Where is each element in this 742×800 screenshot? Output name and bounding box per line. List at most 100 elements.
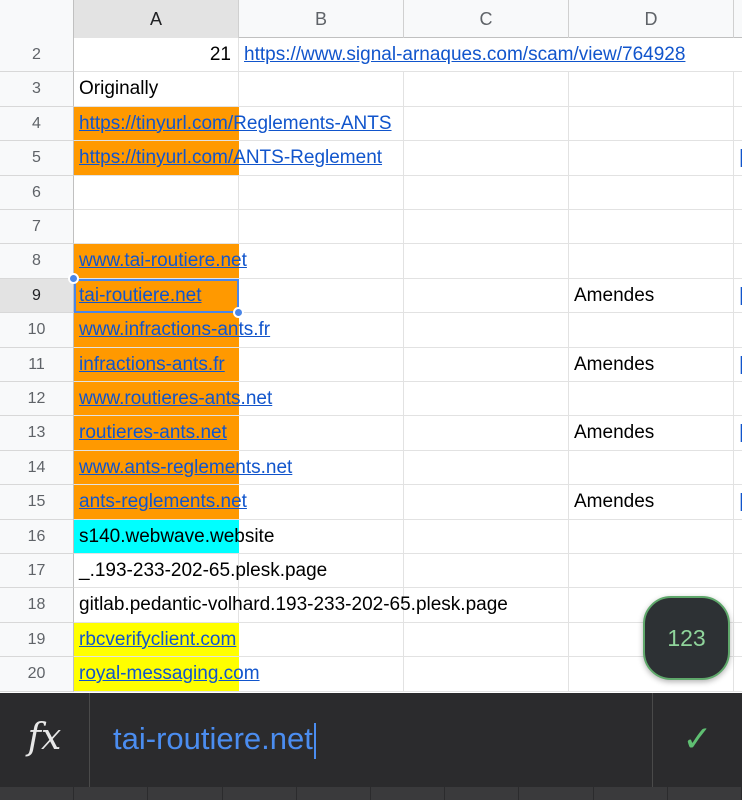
- row-header[interactable]: 14: [0, 450, 74, 486]
- spreadsheet-grid[interactable]: A B C D 2 21 https://www.signal-arnaques.c…: [0, 0, 742, 693]
- cell-a-value[interactable]: www.routieres-ants.net: [79, 382, 272, 416]
- cell-c[interactable]: [404, 622, 569, 658]
- cell-e[interactable]: [734, 623, 742, 658]
- cell-d-value[interactable]: Amendes: [574, 485, 654, 519]
- row-header[interactable]: 15: [0, 485, 74, 520]
- row-header[interactable]: 13: [0, 416, 74, 451]
- cell-c[interactable]: [404, 416, 569, 451]
- cell-b[interactable]: [239, 244, 404, 279]
- cell-b[interactable]: [239, 622, 404, 658]
- cell-e[interactable]: [734, 176, 742, 210]
- cell-e[interactable]: [734, 554, 742, 589]
- column-header-a[interactable]: A: [74, 0, 239, 38]
- cell-e[interactable]: [734, 72, 742, 107]
- cell-d[interactable]: [569, 141, 734, 176]
- function-icon[interactable]: fx: [0, 693, 90, 787]
- row-header[interactable]: 11: [0, 347, 74, 382]
- row-header[interactable]: 18: [0, 588, 74, 623]
- cell-a-value[interactable]: www.infractions-ants.fr: [79, 313, 270, 347]
- row-header[interactable]: 7: [0, 210, 74, 245]
- row-header[interactable]: 5: [0, 141, 74, 176]
- row-header[interactable]: 6: [0, 175, 74, 210]
- cell-e[interactable]: [734, 38, 742, 73]
- cell-c[interactable]: [404, 347, 569, 382]
- cell-c[interactable]: [404, 141, 569, 176]
- cell-b[interactable]: [239, 175, 404, 210]
- row-header[interactable]: 19: [0, 622, 74, 658]
- row-header[interactable]: 4: [0, 106, 74, 142]
- cell-a-value[interactable]: royal-messaging.com: [79, 657, 260, 691]
- cell-a-value[interactable]: 21: [74, 38, 231, 72]
- cell-a-value[interactable]: Originally: [79, 72, 158, 106]
- cell-d-value[interactable]: Amendes: [574, 348, 654, 382]
- cell-a[interactable]: [74, 175, 239, 210]
- cell-d[interactable]: [569, 382, 734, 417]
- cell-c[interactable]: [404, 519, 569, 554]
- cell-e[interactable]: [734, 520, 742, 554]
- cell-d[interactable]: [569, 72, 734, 107]
- check-icon[interactable]: ✓: [652, 693, 742, 787]
- cell-b[interactable]: [239, 210, 404, 245]
- cell-e[interactable]: [734, 313, 742, 348]
- cell-d-value[interactable]: Amendes: [574, 279, 654, 313]
- cell-a-value[interactable]: infractions-ants.fr: [79, 348, 225, 382]
- column-header-b[interactable]: B: [239, 0, 404, 38]
- cell-a-value[interactable]: www.ants-reglements.net: [79, 451, 292, 485]
- row-header[interactable]: 3: [0, 72, 74, 107]
- cell-e[interactable]: [734, 107, 742, 142]
- cell-c[interactable]: [404, 175, 569, 210]
- cell-c[interactable]: [404, 210, 569, 245]
- cell-d-value[interactable]: Amendes: [574, 416, 654, 450]
- cell-a-value[interactable]: gitlab.pedantic-volhard.193-233-202-65.p…: [79, 588, 508, 622]
- cell-b[interactable]: [239, 347, 404, 382]
- cell-a-value[interactable]: https://tinyurl.com/Reglements-ANTS: [79, 107, 392, 141]
- cell-b[interactable]: [239, 416, 404, 451]
- numeric-keyboard-button[interactable]: 123: [643, 596, 730, 680]
- cell-b-value[interactable]: https://www.signal-arnaques.com/scam/vie…: [244, 38, 685, 72]
- cell-d[interactable]: [569, 210, 734, 245]
- cell-d[interactable]: [569, 450, 734, 486]
- row-header[interactable]: 10: [0, 313, 74, 348]
- cell-a-value[interactable]: _.193-233-202-65.plesk.page: [79, 554, 327, 588]
- row-header[interactable]: 17: [0, 554, 74, 589]
- cell-c[interactable]: [404, 72, 569, 107]
- cell-a-value[interactable]: routieres-ants.net: [79, 416, 227, 450]
- cell-a-value[interactable]: ants-reglements.net: [79, 485, 247, 519]
- cell-a-value[interactable]: www.tai-routiere.net: [79, 244, 247, 278]
- cell-d[interactable]: [569, 313, 734, 348]
- select-all-corner[interactable]: [0, 0, 74, 38]
- cell-e[interactable]: [734, 451, 742, 486]
- row-header[interactable]: 12: [0, 382, 74, 417]
- cell-b[interactable]: [239, 72, 404, 107]
- cell-c[interactable]: [404, 244, 569, 279]
- cell-d[interactable]: [569, 244, 734, 279]
- cell-c[interactable]: [404, 657, 569, 692]
- cell-e[interactable]: [734, 210, 742, 245]
- cell-a-value[interactable]: https://tinyurl.com/ANTS-Reglement: [79, 141, 382, 175]
- formula-input[interactable]: tai-routiere.net: [113, 717, 316, 761]
- cell-e[interactable]: [734, 588, 742, 623]
- cell-c[interactable]: [404, 278, 569, 314]
- cell-e[interactable]: [734, 244, 742, 279]
- cell-c[interactable]: [404, 450, 569, 486]
- row-header[interactable]: 2: [0, 38, 74, 73]
- cell-a[interactable]: [74, 210, 239, 245]
- column-header-e[interactable]: [734, 0, 742, 38]
- row-header[interactable]: 20: [0, 657, 74, 692]
- cell-b[interactable]: [239, 485, 404, 520]
- cell-c[interactable]: [404, 313, 569, 348]
- cell-b[interactable]: [239, 657, 404, 692]
- cell-a-value[interactable]: tai-routiere.net: [79, 279, 202, 313]
- selection-handle-top[interactable]: [68, 272, 79, 284]
- cell-d[interactable]: [569, 175, 734, 210]
- cell-d[interactable]: [569, 519, 734, 554]
- cell-a-value[interactable]: s140.webwave.website: [79, 520, 274, 554]
- cell-d[interactable]: [569, 106, 734, 142]
- cell-a-value[interactable]: rbcverifyclient.com: [79, 623, 236, 657]
- cell-c[interactable]: [404, 382, 569, 417]
- cell-b[interactable]: [239, 278, 404, 314]
- cell-c[interactable]: [404, 485, 569, 520]
- column-header-c[interactable]: C: [404, 0, 569, 38]
- row-header[interactable]: 8: [0, 244, 74, 279]
- cell-e[interactable]: [734, 657, 742, 692]
